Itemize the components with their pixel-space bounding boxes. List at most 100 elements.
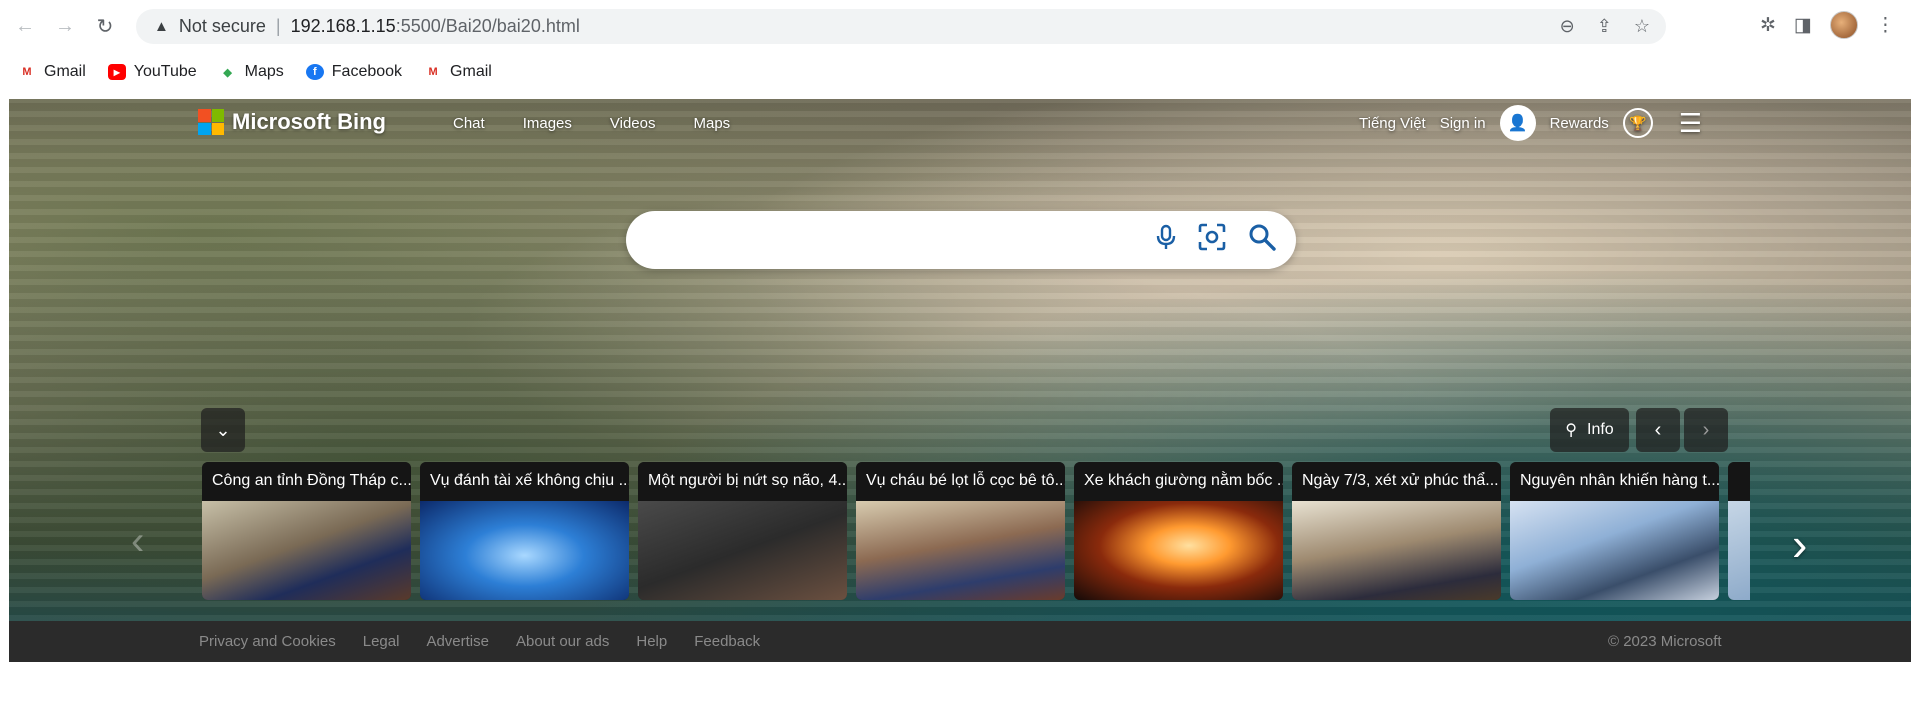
nav-videos[interactable]: Videos <box>610 115 656 132</box>
chevron-down-icon: ⌄ <box>215 419 231 440</box>
footer-link-feedback[interactable]: Feedback <box>694 633 760 650</box>
bookmark-star-icon[interactable]: ☆ <box>1634 16 1650 37</box>
warning-icon: ▲ <box>154 18 169 35</box>
sign-in-link[interactable]: Sign in <box>1440 115 1486 132</box>
next-image-button[interactable]: › <box>1684 408 1728 452</box>
news-card-image <box>856 501 1065 600</box>
bookmark-label: Maps <box>244 63 284 80</box>
bookmark-gmail-2[interactable]: M Gmail <box>424 63 492 81</box>
profile-avatar[interactable] <box>1829 11 1858 39</box>
address-separator: | <box>275 16 281 36</box>
news-card-title: Một người bị nứt sọ não, 4... <box>638 462 847 501</box>
info-label: Info <box>1587 421 1614 438</box>
gmail-icon: M <box>428 66 438 78</box>
footer-links: Privacy and Cookies Legal Advertise Abou… <box>199 621 760 662</box>
news-carousel: Công an tỉnh Đồng Tháp c... Vụ đánh tài … <box>202 462 1750 600</box>
news-card-title: Nguyên nhân khiến hàng t... <box>1510 462 1719 501</box>
security-label: Not secure <box>178 16 266 36</box>
footer-link-advertise[interactable]: Advertise <box>426 633 489 650</box>
news-card-title <box>1728 462 1750 501</box>
footer-link-about-ads[interactable]: About our ads <box>516 633 609 650</box>
microsoft-logo-icon <box>198 109 224 135</box>
news-card-image <box>1728 501 1750 600</box>
bing-logo[interactable]: Microsoft Bing <box>198 109 386 135</box>
footer-link-legal[interactable]: Legal <box>363 633 400 650</box>
news-card[interactable]: Ngày 7/3, xét xử phúc thẩ... <box>1292 462 1501 600</box>
search-box <box>626 211 1296 269</box>
microphone-icon[interactable] <box>1156 224 1176 250</box>
reload-icon[interactable]: ↻ <box>90 11 120 41</box>
nav-images[interactable]: Images <box>523 115 572 132</box>
extensions-icon[interactable]: ✲ <box>1760 14 1776 37</box>
previous-image-button[interactable]: ‹ <box>1636 408 1680 452</box>
bing-page: Microsoft Bing Chat Images Videos Maps T… <box>9 99 1911 662</box>
carousel-prev-icon[interactable]: ‹ <box>131 519 144 564</box>
chevron-left-icon: ‹ <box>1654 418 1662 441</box>
zoom-icon[interactable]: ⊖ <box>1560 16 1575 37</box>
bookmark-label: YouTube <box>133 63 197 80</box>
user-area: Tiếng Việt Sign in 👤 Rewards 🏆 ☰ <box>1359 105 1702 141</box>
news-card[interactable]: Xe khách giường nằm bốc ... <box>1074 462 1283 600</box>
rewards-link[interactable]: Rewards <box>1550 115 1609 132</box>
news-card-title: Xe khách giường nằm bốc ... <box>1074 462 1283 501</box>
rewards-trophy-icon[interactable]: 🏆 <box>1622 108 1653 138</box>
carousel-next-icon[interactable]: › <box>1792 517 1807 571</box>
browser-toolbar: ← → ↻ ▲ Not secure | 192.168.1.15 :5500/… <box>0 0 1920 52</box>
hamburger-menu-icon[interactable]: ☰ <box>1679 108 1702 139</box>
chevron-right-icon: › <box>1702 418 1710 441</box>
news-card-image <box>638 501 847 600</box>
copyright: © 2023 Microsoft <box>1608 633 1722 650</box>
news-card[interactable]: Công an tỉnh Đồng Tháp c... <box>202 462 411 600</box>
top-nav: Chat Images Videos Maps <box>453 115 730 132</box>
facebook-icon: f <box>305 64 324 80</box>
bookmark-youtube[interactable]: ▶ YouTube <box>107 63 197 81</box>
share-icon[interactable]: ⇪ <box>1597 16 1612 37</box>
visual-search-icon[interactable] <box>1198 223 1226 251</box>
bookmarks-bar: M Gmail ▶ YouTube ◆ Maps f Facebook M Gm… <box>0 52 1920 92</box>
info-button[interactable]: ⚲ Info <box>1550 408 1629 452</box>
bookmark-maps[interactable]: ◆ Maps <box>219 63 284 81</box>
user-icon[interactable]: 👤 <box>1499 105 1536 141</box>
nav-chat[interactable]: Chat <box>453 115 485 132</box>
news-card-image <box>1510 501 1719 600</box>
news-card[interactable]: Vụ đánh tài xế không chịu ... <box>420 462 629 600</box>
bookmark-label: Gmail <box>450 63 492 80</box>
bookmark-gmail[interactable]: M Gmail <box>18 63 86 81</box>
location-pin-icon: ⚲ <box>1565 422 1578 439</box>
footer-link-privacy[interactable]: Privacy and Cookies <box>199 633 336 650</box>
nav-maps[interactable]: Maps <box>693 115 730 132</box>
url-path: :5500/Bai20/bai20.html <box>395 16 580 36</box>
more-menu-icon[interactable]: ⋮ <box>1876 14 1895 37</box>
news-card-image <box>202 501 411 600</box>
logo-text: Microsoft Bing <box>232 109 386 134</box>
search-input[interactable] <box>650 225 1130 255</box>
news-card-image <box>1074 501 1283 600</box>
collapse-feed-button[interactable]: ⌄ <box>201 408 245 452</box>
footer: Privacy and Cookies Legal Advertise Abou… <box>9 621 1911 662</box>
url-host: 192.168.1.15 <box>290 16 396 36</box>
back-icon[interactable]: ← <box>10 11 40 41</box>
news-card-title: Ngày 7/3, xét xử phúc thẩ... <box>1292 462 1501 501</box>
forward-icon[interactable]: → <box>50 11 80 41</box>
news-card-title: Công an tỉnh Đồng Tháp c... <box>202 462 411 501</box>
news-card[interactable]: Vụ cháu bé lọt lỗ cọc bê tô... <box>856 462 1065 600</box>
footer-link-help[interactable]: Help <box>636 633 667 650</box>
youtube-icon: ▶ <box>107 64 126 80</box>
language-link[interactable]: Tiếng Việt <box>1359 115 1426 132</box>
bookmark-label: Facebook <box>331 63 403 80</box>
bookmark-label: Gmail <box>44 63 86 80</box>
maps-icon: ◆ <box>223 66 232 79</box>
news-card-title: Vụ cháu bé lọt lỗ cọc bê tô... <box>856 462 1065 501</box>
news-card[interactable] <box>1728 462 1750 600</box>
news-card-title: Vụ đánh tài xế không chịu ... <box>420 462 629 501</box>
news-card-image <box>1292 501 1501 600</box>
search-icon[interactable] <box>1248 223 1276 251</box>
news-card-image <box>420 501 629 600</box>
hero-background-image: Microsoft Bing Chat Images Videos Maps T… <box>9 99 1911 621</box>
gmail-icon: M <box>22 66 32 78</box>
bookmark-facebook[interactable]: f Facebook <box>305 63 403 81</box>
address-bar[interactable]: ▲ Not secure | 192.168.1.15 :5500/Bai20/… <box>136 9 1666 44</box>
side-panel-icon[interactable]: ◨ <box>1794 14 1812 37</box>
news-card[interactable]: Nguyên nhân khiến hàng t... <box>1510 462 1719 600</box>
news-card[interactable]: Một người bị nứt sọ não, 4... <box>638 462 847 600</box>
